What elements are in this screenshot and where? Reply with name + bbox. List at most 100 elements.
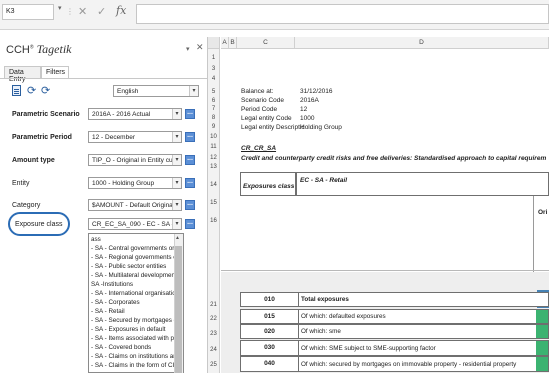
meta-value-balance[interactable]: 31/12/2016 [300,88,333,95]
template-title[interactable]: Credit and counterparty credit risks and… [241,155,549,162]
chevron-down-icon[interactable]: ▾ [172,219,181,229]
input-cell[interactable] [536,341,548,355]
original-header[interactable]: Ori [538,209,547,216]
name-box[interactable]: K3 [2,4,54,20]
tab-filters[interactable]: Filters [41,66,69,78]
entity-browse-button[interactable]: ... [185,178,195,188]
list-item[interactable]: - SA - Exposures in default [91,326,175,333]
meta-value-scenario[interactable]: 2016A [300,97,319,104]
list-item[interactable]: - SA - Claims in the form of CIU [91,362,175,369]
row-header[interactable]: 14 [208,182,220,188]
row-header[interactable]: 6 [208,98,220,104]
document-icon[interactable] [12,85,21,96]
table-row[interactable]: 010 Total exposures [240,292,549,307]
row-header[interactable]: 24 [208,347,220,353]
column-header-b[interactable]: B [229,37,237,49]
parametric-scenario-select[interactable]: 2016A - 2016 Actual ▾ [88,108,182,120]
row-header[interactable]: 21 [208,302,220,308]
tab-data-entry[interactable]: Data Entry [4,66,41,83]
chevron-down-icon[interactable]: ▾ [172,109,181,119]
list-item[interactable]: - SA - Covered bonds [91,344,175,351]
row-header[interactable]: 10 [208,134,220,140]
chevron-down-icon[interactable]: ▾ [172,200,181,210]
row-header[interactable]: 3 [208,66,220,72]
row-header[interactable]: 7 [208,106,220,112]
meta-label-period[interactable]: Period Code [241,106,277,113]
row-header[interactable]: 11 [208,144,220,150]
table-row[interactable]: 015 Of which: defaulted exposures [240,309,549,324]
meta-label-entity-desc[interactable]: Legal entity Descriptic [241,124,305,131]
chevron-down-icon[interactable]: ▾ [172,155,181,165]
entity-select[interactable]: 1000 - Holding Group ▾ [88,177,182,189]
amount-type-select[interactable]: TIP_O - Original in Entity curre ▾ [88,154,182,166]
chevron-down-icon[interactable]: ▾ [172,132,181,142]
close-icon[interactable]: ✕ [196,42,204,53]
category-browse-button[interactable]: ... [185,200,195,210]
meta-value-period[interactable]: 12 [300,106,307,113]
row-header[interactable]: 22 [208,316,220,322]
cancel-icon[interactable]: ✕ [78,5,87,18]
row-header[interactable]: 4 [208,76,220,82]
list-item[interactable]: - SA - Public sector entities [91,263,175,270]
category-select[interactable]: $AMOUNT - Default Original A ▾ [88,199,182,211]
scroll-up-icon[interactable]: ▲ [175,235,180,241]
parametric-period-browse-button[interactable]: ... [185,132,195,142]
list-item[interactable]: - SA - International organisation [91,290,175,297]
table-row[interactable]: 030 Of which: SME subject to SME-support… [240,340,549,356]
exposure-class-select[interactable]: CR_EC_SA_090 - EC - SA - F ▾ [88,218,182,230]
refresh-icon[interactable]: ⟳ [27,84,36,97]
row-header[interactable]: 12 [208,155,220,161]
select-all-corner[interactable] [208,37,220,49]
amount-type-browse-button[interactable]: ... [185,155,195,165]
list-item[interactable]: - SA - Regional governments or [91,254,175,261]
table-row[interactable]: 040 Of which: secured by mortgages on im… [240,356,549,372]
row-header[interactable]: 13 [208,164,220,170]
list-item[interactable]: SA -Institutions [91,281,175,288]
formula-input[interactable] [136,4,549,24]
meta-label-balance[interactable]: Balance at: [241,88,274,95]
input-cell[interactable] [536,325,548,338]
insert-function-icon[interactable]: fx [116,4,126,17]
list-item[interactable]: - SA - Secured by mortgages on [91,317,175,324]
column-header-a[interactable]: A [221,37,229,49]
exposures-class-label-cell[interactable]: Exposures class [240,172,296,196]
column-header-d[interactable]: D [295,37,549,49]
list-item[interactable]: - SA - Claims on institutions and [91,353,175,360]
meta-value-entity-code[interactable]: 1000 [300,115,314,122]
row-header[interactable]: 16 [208,218,220,224]
column-header-c[interactable]: C [237,37,295,49]
pin-icon[interactable]: ▾ [186,45,190,53]
parametric-period-select[interactable]: 12 - December ▾ [88,131,182,143]
meta-value-entity-desc[interactable]: Holding Group [300,124,342,131]
row-header[interactable]: 1 [208,55,220,61]
template-code[interactable]: CR_CR_SA [241,145,276,152]
row-header[interactable]: 15 [208,200,220,206]
input-cell[interactable] [536,357,548,371]
parametric-scenario-browse-button[interactable]: ... [185,109,195,119]
row-header[interactable]: 9 [208,124,220,130]
exposure-class-dropdown-list[interactable]: ass - SA - Central governments or ce - S… [88,233,184,373]
meta-label-entity-code[interactable]: Legal entity Code [241,115,292,122]
language-select[interactable]: English ▾ [113,85,199,97]
list-item[interactable]: - SA - Corporates [91,299,175,306]
row-header[interactable]: 5 [208,89,220,95]
refresh-all-icon[interactable]: ⟳ [41,84,50,97]
exposures-class-value-cell[interactable]: EC - SA - Retail [296,172,549,196]
chevron-down-icon[interactable]: ▾ [189,86,198,96]
row-header[interactable]: 25 [208,362,220,368]
chevron-down-icon[interactable]: ▾ [172,178,181,188]
input-cell[interactable] [536,310,548,323]
name-box-dropdown-icon[interactable]: ▾ [58,4,62,12]
exposure-class-browse-button[interactable]: ... [185,219,195,229]
dropdown-scrollbar-thumb[interactable] [175,246,182,373]
list-item[interactable]: - SA - Central governments or ce [91,245,175,252]
list-item[interactable]: - SA - Multilateral developments [91,272,175,279]
row-header[interactable]: 8 [208,115,220,121]
enter-icon[interactable]: ✓ [97,5,106,18]
list-item[interactable]: - SA - Items associated with par [91,335,175,342]
list-item[interactable]: - SA - Retail [91,308,175,315]
row-header[interactable]: 23 [208,331,220,337]
meta-label-scenario[interactable]: Scenario Code [241,97,284,104]
list-item[interactable]: ass [91,236,175,243]
table-row[interactable]: 020 Of which: sme [240,324,549,339]
